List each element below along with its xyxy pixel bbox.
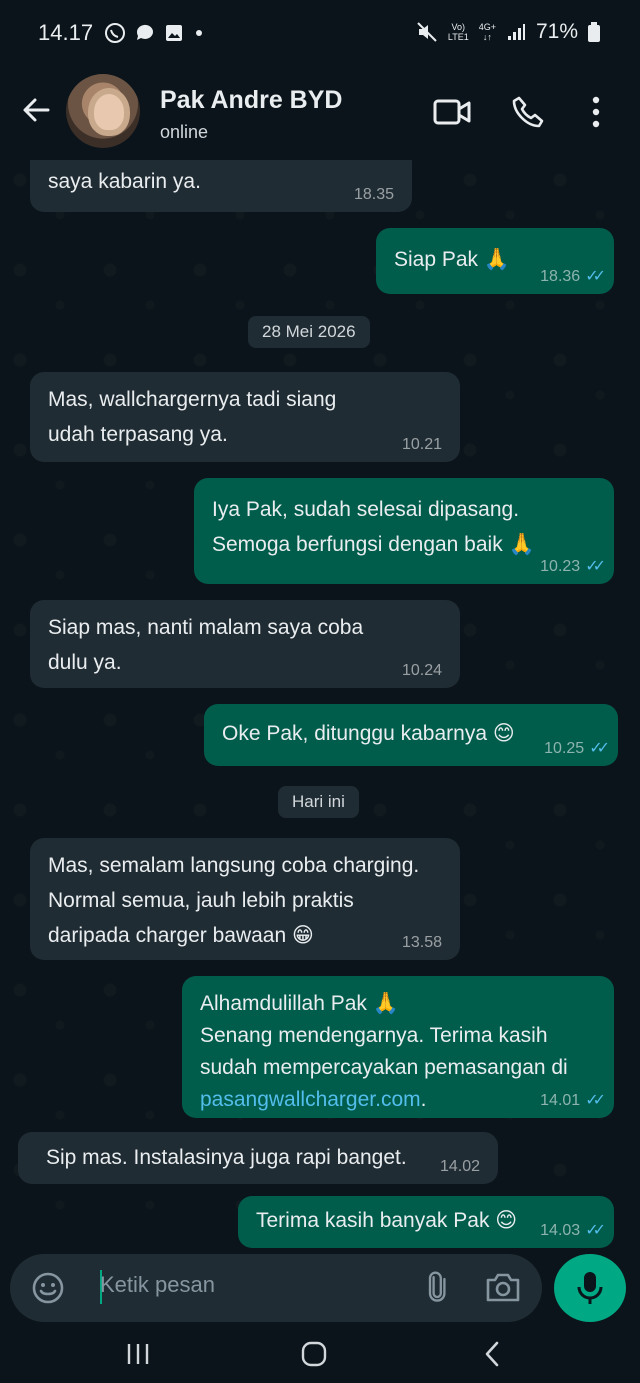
message-text: Sip mas. Instalasinya juga rapi banget. xyxy=(46,1146,407,1169)
message-text-line: Alhamdulillah Pak 🙏 xyxy=(200,992,399,1015)
chat-header: Pak Andre BYD online xyxy=(0,64,640,160)
notification-icons xyxy=(104,22,206,44)
phone-icon xyxy=(512,96,544,128)
system-icons: Vo) LTE1 4G+ ↓↑ 71% xyxy=(416,20,600,44)
incoming-message[interactable]: saya kabarin ya. 18.35 xyxy=(30,160,412,212)
read-receipt-icon: ✓✓ xyxy=(585,558,606,575)
network-type-indicator: 4G+ ↓↑ xyxy=(478,22,496,42)
chat-notification-icon xyxy=(136,24,153,40)
incoming-message[interactable]: Mas, wallchargernya tadi siang udah terp… xyxy=(30,372,460,462)
arrow-left-icon xyxy=(23,98,50,122)
volte-indicator: Vo) LTE1 xyxy=(447,22,469,42)
message-text-line: daripada charger bawaan 😁 xyxy=(48,924,314,947)
nav-back-button[interactable] xyxy=(472,1336,512,1372)
message-time: 10.23 ✓✓ xyxy=(540,558,606,575)
contact-name[interactable]: Pak Andre BYD xyxy=(160,86,342,115)
recent-apps-icon xyxy=(127,1344,149,1364)
message-text-line: Semoga berfungsi dengan baik 🙏 xyxy=(212,533,535,556)
dot-icon xyxy=(196,30,202,36)
signal-icon xyxy=(507,24,525,40)
message-text: saya kabarin ya. xyxy=(48,170,201,193)
message-list[interactable]: saya kabarin ya. 18.35 Siap Pak 🙏 18.36 ✓… xyxy=(0,160,640,1252)
more-vert-icon xyxy=(592,96,600,128)
message-time: 18.36 ✓✓ xyxy=(540,268,606,285)
voice-call-button[interactable] xyxy=(508,92,548,132)
read-receipt-icon: ✓✓ xyxy=(585,268,606,285)
gallery-notification-icon xyxy=(166,25,182,41)
message-input[interactable]: Ketik pesan xyxy=(100,1272,215,1298)
contact-status: online xyxy=(160,122,209,142)
paperclip-icon xyxy=(428,1271,446,1302)
message-time: 14.03 ✓✓ xyxy=(540,1222,606,1239)
home-button[interactable] xyxy=(294,1336,334,1372)
status-bar: 14.17 Vo) LTE1 4G+ ↓↑ 71% xyxy=(0,0,640,64)
website-link[interactable]: pasangwallcharger.com xyxy=(200,1088,421,1111)
mute-icon xyxy=(417,22,437,42)
attach-button[interactable] xyxy=(418,1270,454,1306)
date-separator: Hari ini xyxy=(278,786,359,818)
video-call-button[interactable] xyxy=(430,92,474,132)
message-text-line: Normal semua, jauh lebih praktis xyxy=(48,889,354,912)
emoji-icon xyxy=(32,1272,64,1304)
outgoing-message[interactable]: Iya Pak, sudah selesai dipasang. Semoga … xyxy=(194,478,614,584)
outgoing-message[interactable]: Oke Pak, ditunggu kabarnya 😊 10.25 ✓✓ xyxy=(204,704,618,766)
home-icon xyxy=(301,1341,327,1367)
whatsapp-notification-icon xyxy=(105,23,125,43)
message-time: 14.01 ✓✓ xyxy=(540,1092,606,1109)
message-link-line: pasangwallcharger.com. xyxy=(200,1088,427,1111)
message-text-line: sudah mempercayakan pemasangan di xyxy=(200,1056,568,1079)
message-time: 13.58 xyxy=(401,934,442,951)
more-options-button[interactable] xyxy=(576,92,616,132)
date-separator: 28 Mei 2026 xyxy=(248,316,370,348)
message-composer: Ketik pesan xyxy=(10,1254,542,1322)
camera-button[interactable] xyxy=(484,1270,524,1306)
message-time: 10.21 xyxy=(401,436,442,453)
message-text-line: udah terpasang ya. xyxy=(48,423,228,446)
message-time: 10.24 xyxy=(401,662,442,679)
message-text-line: Siap mas, nanti malam saya coba xyxy=(48,616,364,639)
read-receipt-icon: ✓✓ xyxy=(585,1092,606,1109)
message-text-line: Mas, wallchargernya tadi siang xyxy=(48,388,337,411)
read-receipt-icon: ✓✓ xyxy=(589,740,610,757)
message-time: 18.35 xyxy=(353,186,394,203)
message-text-line: dulu ya. xyxy=(48,651,122,674)
message-time: 10.25 ✓✓ xyxy=(544,740,610,757)
video-call-icon xyxy=(433,99,471,125)
incoming-message[interactable]: Mas, semalam langsung coba charging. Nor… xyxy=(30,838,460,960)
incoming-message[interactable]: Siap mas, nanti malam saya coba dulu ya.… xyxy=(30,600,460,688)
outgoing-message[interactable]: Terima kasih banyak Pak 😊 14.03 ✓✓ xyxy=(238,1196,614,1248)
incoming-message[interactable]: Sip mas. Instalasinya juga rapi banget. … xyxy=(18,1132,498,1184)
back-button[interactable] xyxy=(18,92,54,128)
recent-apps-button[interactable] xyxy=(118,1336,158,1372)
avatar[interactable] xyxy=(66,74,140,148)
message-text-line: Mas, semalam langsung coba charging. xyxy=(48,854,420,877)
battery-level: 71% xyxy=(535,20,578,43)
mic-icon xyxy=(577,1272,603,1304)
battery-icon xyxy=(588,22,600,42)
voice-message-button[interactable] xyxy=(554,1254,626,1322)
camera-icon xyxy=(486,1273,520,1302)
status-time: 14.17 xyxy=(38,20,94,45)
read-receipt-icon: ✓✓ xyxy=(585,1222,606,1239)
chevron-left-icon xyxy=(485,1341,499,1367)
message-text-line: Senang mendengarnya. Terima kasih xyxy=(200,1024,548,1047)
message-time: 14.02 xyxy=(439,1158,480,1175)
outgoing-message[interactable]: Siap Pak 🙏 18.36 ✓✓ xyxy=(376,228,614,294)
message-text-line: Iya Pak, sudah selesai dipasang. xyxy=(212,498,520,521)
outgoing-message[interactable]: Alhamdulillah Pak 🙏 Senang mendengarnya.… xyxy=(182,976,614,1118)
system-nav-bar xyxy=(0,1322,640,1383)
emoji-button[interactable] xyxy=(30,1270,66,1306)
